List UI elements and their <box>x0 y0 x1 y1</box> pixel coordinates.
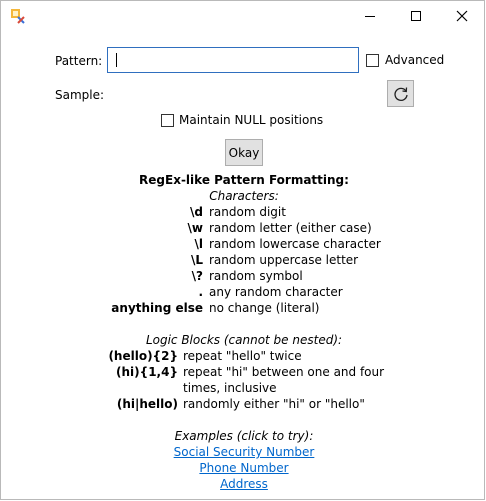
char-desc: random uppercase letter <box>209 253 359 267</box>
example-link-phone[interactable]: Phone Number <box>199 461 288 475</box>
char-desc: random symbol <box>209 269 303 283</box>
char-desc: random lowercase character <box>209 237 381 251</box>
char-desc: no change (literal) <box>209 301 320 315</box>
maintain-null-checkbox[interactable] <box>161 114 174 127</box>
logic-desc: repeat "hello" twice <box>183 349 302 363</box>
close-button[interactable] <box>439 1 485 31</box>
pattern-input[interactable] <box>107 47 359 73</box>
title-bar <box>1 1 485 31</box>
char-key: \l <box>194 237 204 251</box>
okay-button[interactable]: Okay <box>225 139 263 166</box>
logic-key: (hi|hello) <box>116 397 178 411</box>
maintain-null-label[interactable]: Maintain NULL positions <box>179 113 323 127</box>
dialog-window: Pattern: Advanced Sample: Maintain NULL … <box>0 0 485 500</box>
example-link-address[interactable]: Address <box>220 477 268 491</box>
char-desc: any random character <box>209 285 343 299</box>
app-icon <box>10 8 26 24</box>
refresh-button[interactable] <box>387 80 414 107</box>
maximize-button[interactable] <box>393 1 439 31</box>
char-desc: random digit <box>209 205 286 219</box>
logic-desc-continued: times, inclusive <box>183 381 277 395</box>
help-title: RegEx-like Pattern Formatting: <box>139 173 349 187</box>
examples-heading: Examples (click to try): <box>174 429 314 443</box>
minimize-icon <box>365 16 375 17</box>
example-link-ssn[interactable]: Social Security Number <box>174 445 315 459</box>
char-desc: random letter (either case) <box>209 221 372 235</box>
advanced-checkbox[interactable] <box>366 54 379 67</box>
logic-desc: repeat "hi" between one and four <box>183 365 385 379</box>
logic-key: (hello){2} <box>108 349 178 363</box>
char-key: \w <box>187 221 203 235</box>
text-caret <box>116 53 117 67</box>
sample-label: Sample: <box>55 88 105 102</box>
char-key: . <box>198 285 203 299</box>
logic-desc: randomly either "hi" or "hello" <box>183 397 365 411</box>
maximize-icon <box>411 11 421 21</box>
char-key: \d <box>190 205 203 219</box>
characters-heading: Characters: <box>209 189 279 203</box>
close-icon <box>456 10 468 22</box>
minimize-button[interactable] <box>347 1 393 31</box>
advanced-label[interactable]: Advanced <box>385 53 444 67</box>
char-key: anything else <box>111 301 203 315</box>
logic-key: (hi){1,4} <box>116 365 178 379</box>
pattern-label: Pattern: <box>55 54 103 68</box>
refresh-icon <box>393 86 408 101</box>
char-key: \? <box>191 269 203 283</box>
char-key: \L <box>190 253 203 267</box>
logic-heading: Logic Blocks (cannot be nested): <box>145 333 343 347</box>
